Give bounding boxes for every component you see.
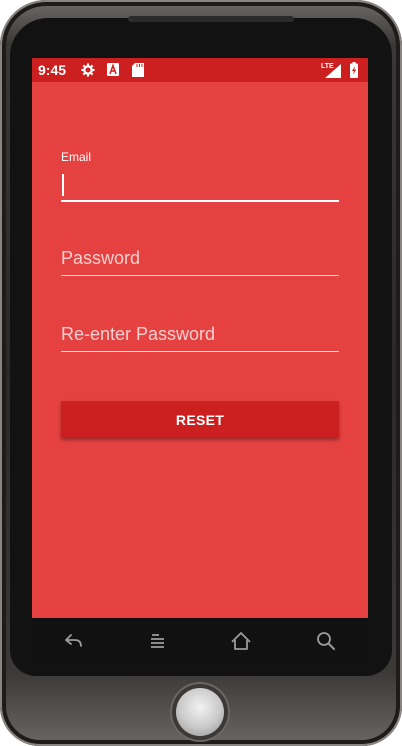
password-field[interactable]: Password [61, 245, 339, 276]
back-icon[interactable] [62, 630, 84, 652]
navigation-bar [32, 618, 368, 664]
reset-button[interactable]: RESET [61, 401, 339, 438]
home-icon[interactable] [230, 630, 252, 652]
reenter-password-placeholder: Re-enter Password [61, 324, 216, 344]
menu-icon[interactable] [147, 630, 169, 652]
reenter-password-field[interactable]: Re-enter Password [61, 321, 339, 352]
sd-card-icon [132, 63, 144, 77]
password-placeholder: Password [61, 248, 141, 268]
a-notification-icon [107, 63, 119, 76]
battery-charging-icon [350, 62, 358, 78]
search-icon[interactable] [315, 630, 337, 652]
speaker-grille [128, 16, 294, 22]
gear-icon [81, 63, 95, 77]
text-cursor [62, 174, 64, 196]
app-screen: 9:45 LTE Email Password Re-enter Passwor… [32, 58, 368, 618]
email-label: Email [61, 150, 92, 164]
hardware-home-button[interactable] [176, 688, 224, 736]
signal-icon [325, 64, 341, 78]
email-field[interactable] [61, 170, 339, 202]
status-bar: 9:45 LTE [32, 58, 368, 82]
status-time: 9:45 [38, 62, 67, 78]
